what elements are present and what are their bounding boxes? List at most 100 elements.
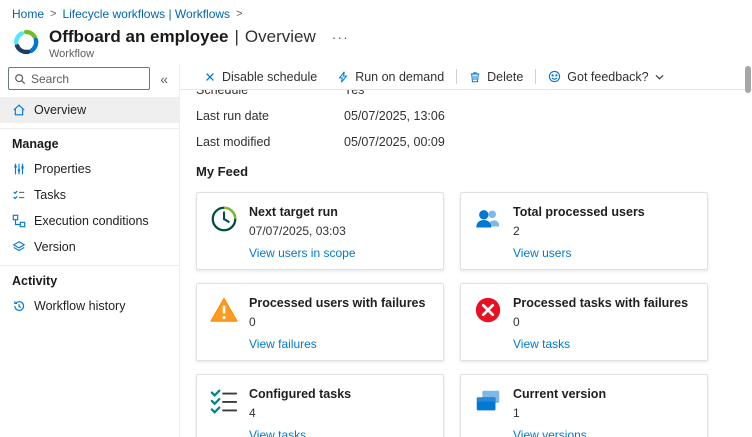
card-title: Processed tasks with failures <box>513 296 689 310</box>
search-icon <box>14 73 26 85</box>
run-on-demand-button[interactable]: Run on demand <box>327 64 454 89</box>
cancel-icon <box>204 71 216 83</box>
detail-row-last-modified: Last modified 05/07/2025, 00:09 <box>196 129 752 155</box>
warning-icon <box>209 295 239 325</box>
delete-label: Delete <box>487 69 524 84</box>
sidebar-search-row: « <box>0 67 179 97</box>
card-value: 2 <box>513 224 520 238</box>
breadcrumb-separator: > <box>236 8 243 20</box>
card-title: Next target run <box>249 205 338 219</box>
sidebar-item-workflow-history[interactable]: Workflow history <box>0 293 179 319</box>
page-title: Offboard an employee | Overview ··· <box>49 27 349 47</box>
history-icon <box>12 299 26 313</box>
delete-button[interactable]: Delete <box>459 64 533 89</box>
disable-schedule-label: Disable schedule <box>222 69 318 84</box>
toolbar-divider <box>456 69 458 84</box>
run-on-demand-label: Run on demand <box>355 69 445 84</box>
sidebar-divider <box>0 265 179 266</box>
page-subtitle: Workflow <box>49 47 95 60</box>
toolbar-divider <box>535 69 537 84</box>
sidebar-item-label: Tasks <box>34 188 66 202</box>
card-title: Configured tasks <box>249 387 352 401</box>
blade-name: Overview <box>244 27 316 46</box>
detail-label: Last run date <box>196 109 269 123</box>
sidebar-item-overview[interactable]: Overview <box>0 97 179 123</box>
sidebar-item-label: Properties <box>34 162 91 176</box>
search-input[interactable] <box>31 71 145 86</box>
workflow-logo-icon <box>12 28 40 61</box>
view-tasks-failures-link[interactable]: View tasks <box>513 337 695 351</box>
card-value: 0 <box>513 315 520 329</box>
card-title: Processed users with failures <box>249 296 426 310</box>
breadcrumb-separator: > <box>50 8 57 20</box>
card-title: Total processed users <box>513 205 645 219</box>
card-value: 1 <box>513 406 520 420</box>
sidebar-item-label: Version <box>34 240 76 254</box>
sidebar-item-label: Overview <box>34 103 87 117</box>
versions-icon <box>473 386 503 416</box>
card-value: 07/07/2025, 03:03 <box>249 224 346 238</box>
lightning-icon <box>337 71 349 83</box>
detail-value: Yes <box>344 90 365 97</box>
detail-label: Schedule <box>196 90 249 97</box>
sidebar-item-execution-conditions[interactable]: Execution conditions <box>0 208 179 234</box>
view-failures-link[interactable]: View failures <box>249 337 431 351</box>
detail-row-schedule: Schedule Yes <box>196 90 752 103</box>
main-panel: Disable schedule Run on demand Delete Go… <box>180 64 752 437</box>
detail-label: Last modified <box>196 135 271 149</box>
sidebar-item-label: Workflow history <box>34 299 126 313</box>
my-feed-title: My Feed <box>196 164 249 179</box>
detail-value: 05/07/2025, 00:09 <box>344 135 445 149</box>
smiley-icon <box>548 70 561 83</box>
detail-value: 05/07/2025, 13:06 <box>344 109 445 123</box>
breadcrumb: Home > Lifecycle workflows | Workflows > <box>0 0 752 22</box>
feed-card-processed-tasks-with-failures: Processed tasks with failures 0 View tas… <box>460 283 708 361</box>
got-feedback-button[interactable]: Got feedback? <box>538 64 673 89</box>
breadcrumb-home-link[interactable]: Home <box>12 7 44 21</box>
sidebar-collapse-button[interactable]: « <box>157 71 171 87</box>
sidebar-item-label: Execution conditions <box>34 214 149 228</box>
search-box <box>8 67 151 90</box>
view-configured-tasks-link[interactable]: View tasks <box>249 428 431 437</box>
got-feedback-label: Got feedback? <box>567 69 649 84</box>
feed-card-configured-tasks: Configured tasks 4 View tasks <box>196 374 444 437</box>
chevron-down-icon <box>655 74 664 80</box>
view-versions-link[interactable]: View versions <box>513 428 695 437</box>
breadcrumb-lifecycle-workflows-link[interactable]: Lifecycle workflows | Workflows <box>62 7 230 21</box>
disable-schedule-button[interactable]: Disable schedule <box>194 64 327 89</box>
clock-icon <box>209 204 239 234</box>
card-value: 0 <box>249 315 256 329</box>
overview-icon <box>12 103 26 117</box>
main-row: « Overview Manage <box>0 64 752 437</box>
view-users-in-scope-link[interactable]: View users in scope <box>249 246 431 260</box>
page-header: Offboard an employee | Overview ··· Work… <box>0 22 752 64</box>
properties-icon <box>12 162 26 176</box>
sidebar-item-version[interactable]: Version <box>0 234 179 260</box>
execution-conditions-icon <box>12 214 26 228</box>
card-title: Current version <box>513 387 607 401</box>
feed-card-processed-users-with-failures: Processed users with failures 0 View fai… <box>196 283 444 361</box>
feed-card-total-processed-users: Total processed users 2 View users <box>460 192 708 270</box>
tasks-icon <box>12 188 26 202</box>
workflow-overview-page: Home > Lifecycle workflows | Workflows >… <box>0 0 752 437</box>
workflow-details: Schedule Yes Last run date 05/07/2025, 1… <box>196 90 752 155</box>
card-value: 4 <box>249 406 256 420</box>
workflow-name: Offboard an employee <box>49 27 229 46</box>
sidebar-divider <box>0 128 179 129</box>
sidebar-section-manage: Manage <box>12 137 59 151</box>
more-actions-button[interactable]: ··· <box>332 29 349 45</box>
vertical-scrollbar[interactable] <box>745 66 751 93</box>
sidebar-item-properties[interactable]: Properties <box>0 156 179 182</box>
sidebar-item-tasks[interactable]: Tasks <box>0 182 179 208</box>
feed-card-current-version: Current version 1 View versions <box>460 374 708 437</box>
detail-row-last-run-date: Last run date 05/07/2025, 13:06 <box>196 103 752 129</box>
sidebar-section-activity: Activity <box>12 274 58 288</box>
people-icon <box>473 204 503 234</box>
view-users-link[interactable]: View users <box>513 246 695 260</box>
trash-icon <box>469 71 481 83</box>
feed-card-next-target-run: Next target run 07/07/2025, 03:03 View u… <box>196 192 444 270</box>
version-icon <box>12 240 26 254</box>
checklist-icon <box>209 386 239 416</box>
feed-cards: Next target run 07/07/2025, 03:03 View u… <box>196 192 752 437</box>
overview-content: Schedule Yes Last run date 05/07/2025, 1… <box>180 90 752 437</box>
